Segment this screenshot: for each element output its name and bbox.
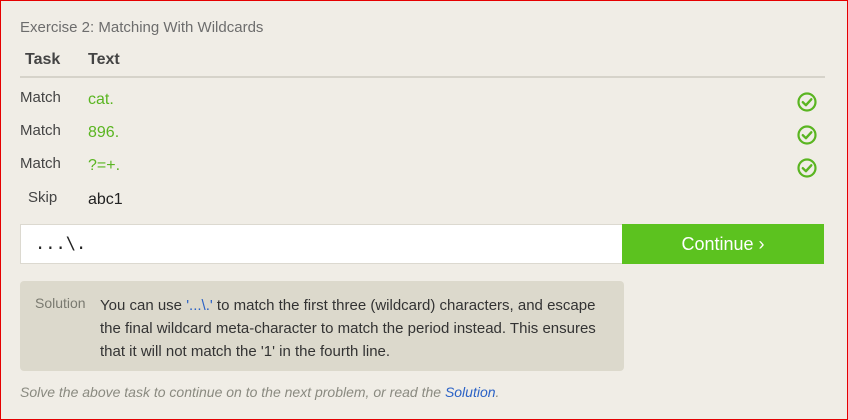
table-row: Match ?=+.	[20, 155, 825, 185]
solution-text-prefix: You can use	[100, 297, 187, 314]
row-task: Match	[20, 89, 61, 106]
row-text: cat.	[88, 91, 114, 108]
solution-text: You can use '...\.' to match the first t…	[100, 294, 610, 363]
row-task: Match	[20, 155, 61, 172]
row-text: abc1	[88, 191, 123, 208]
table-header: Task Text	[20, 48, 825, 78]
regex-input[interactable]	[20, 224, 622, 264]
solution-link[interactable]: Solution	[445, 384, 496, 400]
row-task: Match	[20, 122, 61, 139]
check-circle-icon	[797, 158, 817, 178]
table-row: Match cat.	[20, 89, 825, 119]
row-text: 896.	[88, 124, 120, 141]
header-task: Task	[25, 51, 61, 68]
footer-note: Solve the above task to continue on to t…	[20, 384, 499, 400]
table-row: Match 896.	[20, 122, 825, 152]
header-text: Text	[88, 51, 120, 68]
row-text: ?=+.	[88, 157, 121, 174]
solution-label: Solution	[35, 295, 86, 311]
table-row: Skip abc1	[20, 189, 825, 219]
footer-end: .	[495, 384, 500, 400]
row-task: Skip	[28, 189, 58, 206]
solution-code: '...\.'	[186, 297, 213, 314]
exercise-title: Exercise 2: Matching With Wildcards	[20, 19, 264, 36]
continue-button[interactable]: Continue ›	[622, 224, 824, 264]
footer-text: Solve the above task to continue on to t…	[20, 384, 445, 400]
check-circle-icon	[797, 125, 817, 145]
check-circle-icon	[797, 92, 817, 112]
solution-panel: Solution You can use '...\.' to match th…	[20, 281, 624, 371]
